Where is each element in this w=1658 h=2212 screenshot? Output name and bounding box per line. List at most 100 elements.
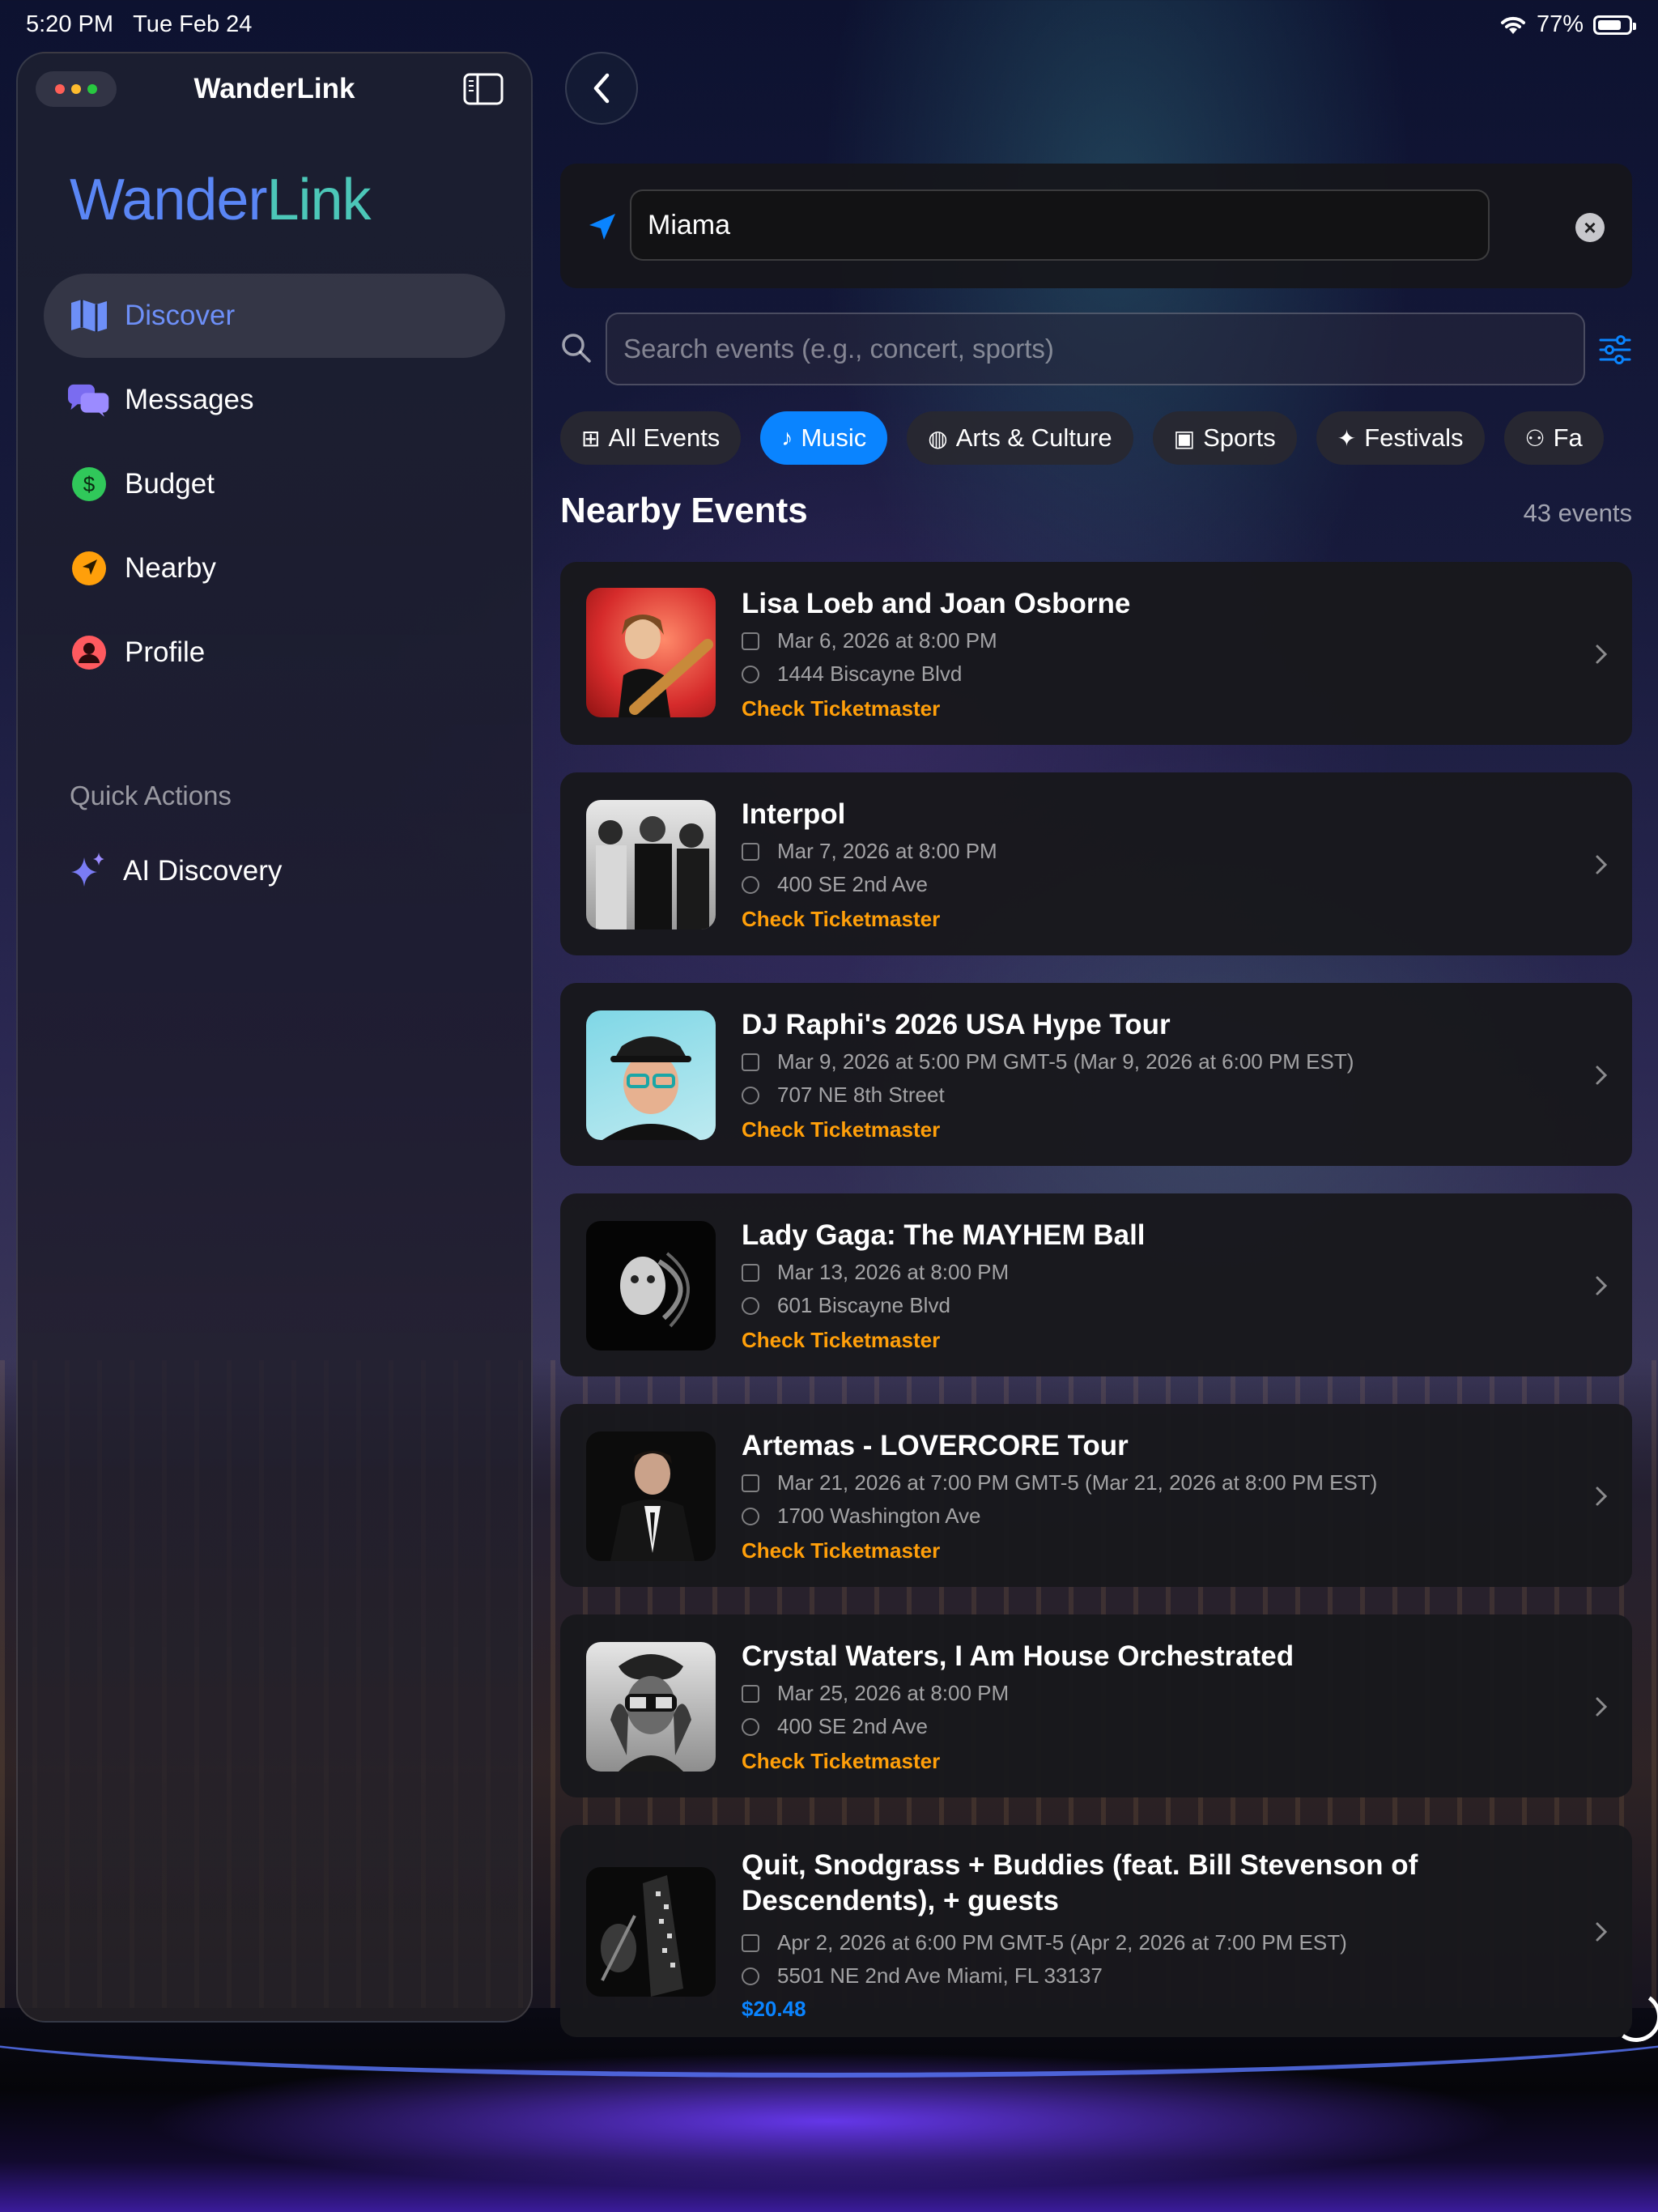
- chevron-left-icon: [593, 73, 610, 104]
- chip-music[interactable]: ♪ Music: [760, 411, 888, 465]
- event-thumbnail: [586, 588, 716, 717]
- ticketmaster-link[interactable]: Check Ticketmaster: [742, 1328, 940, 1353]
- chevron-right-icon: [1596, 1922, 1608, 1942]
- ticketmaster-link[interactable]: Check Ticketmaster: [742, 696, 940, 721]
- battery-icon: [1593, 15, 1636, 35]
- sidebar-item-label: Budget: [125, 468, 215, 500]
- event-venue: 400 SE 2nd Ave: [742, 872, 928, 897]
- event-venue: 707 NE 8th Street: [742, 1083, 945, 1108]
- sidebar-item-label: Discover: [125, 300, 236, 331]
- calendar-icon: [742, 1684, 759, 1703]
- window-title: WanderLink: [193, 73, 355, 104]
- music-note-icon: ♪: [781, 425, 793, 450]
- event-date: Mar 21, 2026 at 7:00 PM GMT-5 (Mar 21, 2…: [742, 1470, 1377, 1495]
- map-icon: [68, 295, 110, 337]
- sidebar-item-nearby[interactable]: Nearby: [44, 526, 505, 610]
- location-pin-icon: [742, 1717, 759, 1736]
- event-card[interactable]: Lady Gaga: The MAYHEM Ball Mar 13, 2026 …: [560, 1193, 1632, 1376]
- ticket-icon: ▣: [1173, 425, 1196, 451]
- sidebar: WanderLink WanderLink Discover Messages …: [16, 52, 533, 2023]
- event-thumbnail: [586, 1221, 716, 1351]
- event-card[interactable]: Artemas - LOVERCORE Tour Mar 21, 2026 at…: [560, 1404, 1632, 1587]
- chevron-right-icon: [1596, 644, 1608, 664]
- chip-sports[interactable]: ▣ Sports: [1152, 411, 1297, 465]
- event-title: Crystal Waters, I Am House Orchestrated: [742, 1640, 1295, 1672]
- wifi-icon: [1500, 16, 1525, 34]
- clear-location-button[interactable]: ×: [1575, 213, 1605, 242]
- close-icon: ×: [1584, 215, 1596, 240]
- sidebar-toggle-icon[interactable]: [463, 73, 504, 105]
- sidebar-item-profile[interactable]: Profile: [44, 610, 505, 695]
- quick-action-ai-discovery[interactable]: AI Discovery: [68, 849, 282, 894]
- sidebar-item-budget[interactable]: $ Budget: [44, 442, 505, 526]
- chip-all-events[interactable]: ⊞ All Events: [560, 411, 742, 465]
- calendar-icon: [742, 1263, 759, 1282]
- brand-logo: WanderLink: [70, 168, 372, 232]
- search-icon: [562, 334, 591, 363]
- grid-icon: ⊞: [581, 425, 601, 451]
- sidebar-item-discover[interactable]: Discover: [44, 274, 505, 358]
- event-date: Mar 9, 2026 at 5:00 PM GMT-5 (Mar 9, 202…: [742, 1049, 1354, 1074]
- ticketmaster-link[interactable]: Check Ticketmaster: [742, 1117, 940, 1142]
- dollar-icon: $: [68, 463, 110, 505]
- location-arrow-icon: [68, 547, 110, 589]
- back-button[interactable]: [565, 52, 638, 125]
- location-card: Miama ×: [560, 164, 1632, 288]
- quick-actions-heading: Quick Actions: [70, 781, 232, 810]
- ticketmaster-link[interactable]: Check Ticketmaster: [742, 907, 940, 932]
- person-icon: [68, 632, 110, 674]
- event-date: Mar 6, 2026 at 8:00 PM: [742, 628, 997, 653]
- location-pin-icon: [742, 1507, 759, 1525]
- chevron-right-icon: [1596, 1066, 1608, 1085]
- event-card[interactable]: Crystal Waters, I Am House Orchestrated …: [560, 1614, 1632, 1797]
- event-title: Artemas - LOVERCORE Tour: [742, 1430, 1129, 1461]
- location-arrow-icon: [589, 214, 615, 240]
- sidebar-item-messages[interactable]: Messages: [44, 358, 505, 442]
- event-venue: 1444 Biscayne Blvd: [742, 661, 962, 687]
- event-search-input[interactable]: Search events (e.g., concert, sports): [606, 313, 1585, 385]
- event-card[interactable]: Interpol Mar 7, 2026 at 8:00 PM 400 SE 2…: [560, 772, 1632, 955]
- event-count: 43 events: [1523, 499, 1632, 527]
- calendar-icon: [742, 1474, 759, 1492]
- event-card[interactable]: Quit, Snodgrass + Buddies (feat. Bill St…: [560, 1825, 1632, 2037]
- event-thumbnail: [586, 1010, 716, 1140]
- bottom-glow: [0, 2008, 1658, 2212]
- event-title: DJ Raphi's 2026 USA Hype Tour: [742, 1009, 1171, 1040]
- event-card[interactable]: Lisa Loeb and Joan Osborne Mar 6, 2026 a…: [560, 562, 1632, 745]
- event-thumbnail: [586, 1431, 716, 1561]
- chat-bubbles-icon: [68, 379, 110, 421]
- svg-text:$: $: [83, 472, 96, 496]
- status-bar: 5:20 PM Tue Feb 24 77%: [26, 11, 1636, 40]
- sidebar-item-label: Profile: [125, 636, 206, 668]
- location-pin-icon: [742, 875, 759, 894]
- location-pin-icon: [742, 1967, 759, 1985]
- status-time: 5:20 PM Tue Feb 24: [26, 11, 253, 37]
- status-right: 77%: [1499, 11, 1636, 38]
- family-icon: ⚇: [1524, 425, 1545, 451]
- chip-festivals[interactable]: ✦ Festivals: [1316, 411, 1485, 465]
- ticketmaster-link[interactable]: Check Ticketmaster: [742, 1749, 940, 1774]
- calendar-icon: [742, 1053, 759, 1071]
- filter-sliders-icon[interactable]: [1598, 334, 1632, 366]
- event-price: $20.48: [742, 1997, 806, 2021]
- event-venue: 5501 NE 2nd Ave Miami, FL 33137: [742, 1963, 1103, 1989]
- event-venue: 601 Biscayne Blvd: [742, 1293, 950, 1318]
- section-title: Nearby Events: [560, 491, 808, 530]
- event-thumbnail: [586, 1642, 716, 1772]
- chip-arts-culture[interactable]: ◍ Arts & Culture: [907, 411, 1133, 465]
- palette-icon: ◍: [928, 425, 948, 451]
- sidebar-nav: Discover Messages $ Budget Nearby Profil…: [44, 274, 505, 695]
- calendar-icon: [742, 1933, 759, 1952]
- category-chips: ⊞ All Events ♪ Music ◍ Arts & Culture ▣ Spor…: [560, 411, 1604, 465]
- battery-percent: 77%: [1536, 11, 1584, 37]
- location-input[interactable]: Miama: [630, 189, 1490, 261]
- sidebar-item-label: Messages: [125, 384, 254, 415]
- ticketmaster-link[interactable]: Check Ticketmaster: [742, 1538, 940, 1563]
- event-thumbnail: [586, 800, 716, 929]
- event-card[interactable]: DJ Raphi's 2026 USA Hype Tour Mar 9, 202…: [560, 983, 1632, 1166]
- event-venue: 400 SE 2nd Ave: [742, 1714, 928, 1739]
- calendar-icon: [742, 842, 759, 861]
- event-date: Mar 25, 2026 at 8:00 PM: [742, 1681, 1009, 1706]
- chip-family[interactable]: ⚇ Fa: [1503, 411, 1604, 465]
- chevron-right-icon: [1596, 1697, 1608, 1716]
